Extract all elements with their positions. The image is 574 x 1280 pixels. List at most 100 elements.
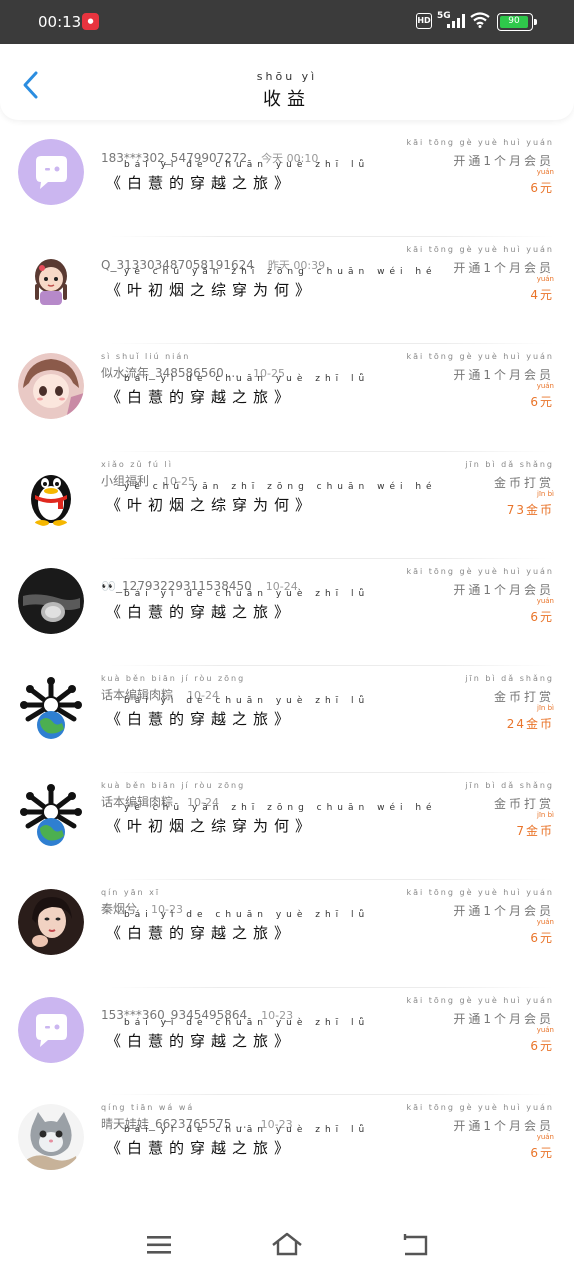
dark-photo-avatar[interactable] [18, 567, 84, 634]
chat-bubble-avatar[interactable] [18, 139, 84, 205]
book-title[interactable]: 《白薏的穿越之旅》 [106, 710, 295, 728]
book-title-pinyin: bái yì de chuān yuè zhī lǚ [124, 160, 370, 170]
book-title[interactable]: 《白薏的穿越之旅》 [106, 603, 295, 621]
earning-type-pinyin: kāi tōng gè yuè huì yuán [406, 1102, 554, 1112]
earning-type-label: 开通1个月会员 [453, 1011, 554, 1026]
earning-amount-value: 6元 [530, 181, 554, 195]
book-title[interactable]: 《白薏的穿越之旅》 [106, 924, 295, 942]
earning-type-label: 开通1个月会员 [453, 1118, 554, 1133]
menu-icon [147, 1236, 171, 1254]
earning-row[interactable]: kuà běn biān jí ròu zōng 话本编辑肉粽 10-24 bái y… [0, 666, 574, 774]
book-title[interactable]: 《白薏的穿越之旅》 [106, 174, 295, 192]
book-title[interactable]: 《白薏的穿越之旅》 [106, 388, 295, 406]
user-name-pinyin: qín yān xī [101, 888, 161, 898]
earning-type-label: 金币打赏 [493, 475, 554, 490]
home-icon [272, 1232, 302, 1256]
battery-level: 90 [500, 16, 528, 28]
menu-button[interactable] [145, 1232, 175, 1258]
book-info: yè chū yān zhī zōng chuān wéi hé 《叶初烟之综穿为… [106, 267, 432, 300]
earning-amount-value: 7金币 [516, 824, 554, 839]
earning-type: kāi tōng gè yuè huì yuán 开通1个月会员 [406, 888, 554, 919]
book-title-pinyin: bái yì de chuān yuè zhī lǚ [124, 588, 370, 599]
earning-amount: yuán 6元 [530, 168, 554, 196]
penguin-avatar[interactable] [18, 460, 84, 527]
earning-type-pinyin: kāi tōng gè yuè huì yuán [406, 245, 554, 255]
earning-row[interactable]: 👀_1279322931​1538450 10-24 bái yì de chuān… [0, 559, 574, 666]
earning-amount-value: 6元 [530, 395, 554, 410]
earning-row[interactable]: Q_3133034870581916​24 昨天 00:39 yè chū yān … [0, 237, 574, 345]
page-title-group: shōu yì 收益 [0, 70, 574, 111]
book-title[interactable]: 《叶初烟之综穿为何》 [106, 817, 316, 835]
chat-bubble-avatar[interactable] [18, 996, 84, 1063]
bone-globe-avatar[interactable] [18, 782, 84, 849]
earning-type: jīn bì dǎ shǎng 金币打赏 [465, 781, 554, 812]
earning-amount-value: 73金币 [506, 502, 554, 517]
page-title: 收益 [263, 89, 311, 110]
earning-amount-pinyin: yuán [536, 596, 554, 605]
earning-amount: yuán 6元 [530, 1133, 554, 1161]
anime-girl-avatar[interactable] [18, 353, 84, 420]
home-button[interactable] [271, 1232, 302, 1258]
system-back-button[interactable] [400, 1232, 430, 1258]
earning-type-label: 开通1个月会员 [453, 582, 554, 597]
earning-amount: yuán 6元 [530, 597, 554, 625]
hd-icon: HD [416, 13, 432, 29]
earning-amount: yuán 6元 [530, 382, 554, 410]
earning-amount-pinyin: yuán [536, 275, 554, 284]
book-info: bái yì de chuān yuè zhī lǚ 《白薏的穿越之旅》 [106, 1125, 364, 1158]
earning-amount-pinyin: yuán [536, 1132, 554, 1141]
bone-globe-avatar[interactable] [18, 674, 84, 741]
earning-row[interactable]: kuà běn biān jí ròu zōng 话本编辑肉粽 10-24 yè ch… [0, 773, 574, 881]
book-title-pinyin: bái yì de chuān yuè zhī lǚ [124, 1124, 370, 1135]
earning-row[interactable]: qín yān xī 秦烟兮 10-23 bái yì de chuān yuè zh… [0, 880, 574, 988]
book-info: bái yì de chuān yuè zhī lǚ 《白薏的穿越之旅》 [106, 1018, 364, 1051]
earning-type: kāi tōng gè yuè huì yuán 开通1个月会员 [406, 352, 554, 383]
earning-type: jīn bì dǎ shǎng 金币打赏 [465, 674, 554, 705]
page-title-pinyin: shōu yì [256, 70, 318, 83]
earning-row[interactable]: xiǎo zǔ fú lì 小组福利 10-25 yè chū yān zhī zōn… [0, 452, 574, 559]
woman-photo-avatar[interactable] [18, 889, 84, 956]
earning-row[interactable]: qíng tiān wá wá 晴天娃娃_6623765575 ... 10-23 b… [0, 1095, 574, 1202]
earning-type-pinyin: kāi tōng gè yuè huì yuán [406, 888, 554, 898]
earning-row[interactable]: 153***360_9345495864 10-23 bái yì de chuān… [0, 988, 574, 1095]
book-title-pinyin: yè chū yān zhī zōng chuān wéi hé [124, 481, 437, 492]
earning-row[interactable]: 183***302_5479907272 今天 00:10 bái yì de ch… [0, 130, 574, 238]
earning-amount: yuán 4元 [530, 275, 554, 303]
battery-icon: 90 [497, 13, 537, 31]
earning-amount-pinyin: jīn bì [537, 703, 554, 712]
earning-amount: yuán 6元 [530, 1026, 554, 1054]
user-name-pinyin: xiǎo zǔ fú lì [101, 459, 173, 469]
cat-avatar[interactable] [18, 1103, 84, 1170]
earning-amount: jīn bì 24金币 [507, 704, 554, 732]
earning-amount-pinyin: jīn bì [537, 489, 554, 498]
book-title[interactable]: 《白薏的穿越之旅》 [106, 1032, 295, 1050]
earning-amount-pinyin: yuán [536, 382, 554, 391]
earning-type-label: 开通1个月会员 [453, 368, 554, 383]
book-info: bái yì de chuān yuè zhī lǚ 《白薏的穿越之旅》 [106, 910, 364, 943]
earning-amount-value: 6元 [530, 931, 554, 946]
earning-type-label: 开通1个月会员 [453, 261, 554, 276]
girl-doll-avatar[interactable] [18, 246, 84, 313]
user-name-pinyin: qíng tiān wá wá [101, 1102, 195, 1112]
book-title-pinyin: bái yì de chuān yuè zhī lǚ [124, 374, 370, 385]
book-title-pinyin: yè chū yān zhī zōng chuān wéi hé [124, 803, 437, 814]
book-title[interactable]: 《叶初烟之综穿为何》 [106, 281, 316, 299]
earning-type: kāi tōng gè yuè huì yuán 开通1个月会员 [406, 1103, 554, 1134]
book-info: bái yì de chuān yuè zhī lǚ 《白薏的穿越之旅》 [106, 160, 364, 193]
earning-type-pinyin: jīn bì dǎ shǎng [465, 781, 554, 791]
earning-type: kāi tōng gè yuè huì yuán 开通1个月会员 [406, 567, 554, 598]
book-title[interactable]: 《叶初烟之综穿为何》 [106, 496, 316, 514]
earning-type-pinyin: kāi tōng gè yuè huì yuán [406, 138, 554, 147]
earning-amount-pinyin: yuán [536, 168, 554, 176]
earning-type: kāi tōng gè yuè huì yuán 开通1个月会员 [406, 138, 554, 169]
user-name-pinyin: kuà běn biān jí ròu zōng [101, 673, 246, 683]
book-info: bái yì de chuān yuè zhī lǚ 《白薏的穿越之旅》 [106, 696, 364, 729]
earning-type-pinyin: kāi tōng gè yuè huì yuán [406, 566, 554, 576]
earning-row[interactable]: sì shuǐ liú nián 似水流年_348586560 ... 10-25 b… [0, 344, 574, 452]
earning-type: jīn bì dǎ shǎng 金币打赏 [465, 460, 554, 491]
earning-amount-pinyin: yuán [536, 1025, 554, 1034]
book-info: yè chū yān zhī zōng chuān wéi hé 《叶初烟之综穿为… [106, 482, 432, 515]
back-icon [403, 1234, 428, 1256]
earning-type: kāi tōng gè yuè huì yuán 开通1个月会员 [406, 996, 554, 1027]
book-title[interactable]: 《白薏的穿越之旅》 [106, 1139, 295, 1157]
